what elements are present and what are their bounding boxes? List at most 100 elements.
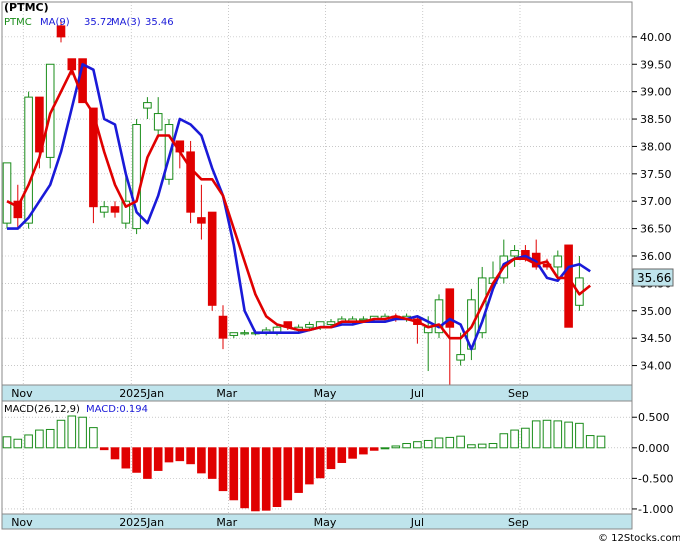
macd-bar [251,447,260,512]
macd-bar [477,443,487,449]
macd-bar [78,416,87,449]
macd-bar [272,447,282,507]
candle-body [564,244,573,328]
macd-bar [67,415,77,449]
macd-bar [24,434,33,449]
price-tick-label: 38.00 [640,140,672,153]
macd-bar [45,428,55,449]
price-tick-label: 36.50 [640,223,672,236]
macd-bar [13,438,23,449]
macd-tick-label: 0.000 [638,442,670,455]
macd-bar [380,447,390,450]
macd-bar [575,422,584,449]
candle-body [207,211,217,306]
candle-body [110,206,120,213]
price-month-label: 2025Jan [119,387,164,400]
macd-bar [218,447,228,492]
macd-bar [531,420,541,449]
macd-bar [359,447,368,455]
macd-tick-label: -0.500 [638,472,673,485]
macd-bar [337,447,347,463]
legend-ma3-label: MA(3) [111,17,141,28]
macd-bar [294,447,303,493]
macd-bar [499,433,509,449]
macd-bar [89,427,98,449]
price-y-axis: 40.00 39.50 39.00 38.50 38.00 37.50 37.00 36.50… [632,31,672,373]
macd-bar [585,435,595,449]
macd-bar [175,447,185,462]
macd-bar [99,447,109,451]
candle-body [553,255,563,268]
candle-body [326,321,336,325]
candle-body [240,332,249,335]
macd-month-label: 2025Jan [119,516,164,529]
candle-body [305,323,314,328]
macd-month-label: May [314,516,337,529]
macd-legend-value: MACD:0.194 [86,404,148,415]
price-month-label: May [314,387,337,400]
price-legend: PTMC MA(9) 35.72 MA(3) 35.46 [4,17,174,28]
candle-body [456,354,465,361]
macd-bar [348,447,357,459]
macd-bar [261,447,271,511]
price-tick-label: 35.00 [640,305,672,318]
last-price-tag: 35.66 [632,268,674,287]
macd-bar [240,447,249,509]
macd-bar [229,447,239,501]
price-tick-label: 39.00 [640,86,672,99]
macd-bar [186,447,195,465]
candle-body [153,113,163,131]
macd-month-label: Sep [508,516,529,529]
macd-bar [56,419,66,449]
macd-month-label: Nov [11,516,33,529]
candle-body [229,332,239,336]
macd-bar [434,437,444,449]
price-tick-label: 36.00 [640,250,672,263]
macd-tick-label: -1.000 [638,503,673,516]
candle-body [218,315,228,339]
candle-body [67,58,77,71]
macd-bar [413,441,422,449]
price-tick-label: 39.50 [640,58,672,71]
macd-bar [35,429,44,449]
price-month-label: Sep [508,387,529,400]
macd-bar [283,447,293,501]
macd-y-axis: 0.500 0.000 -0.500 -1.000 [632,411,673,516]
ticker-label: (PTMC) [4,1,49,14]
macd-bar [197,447,206,474]
price-month-label: Mar [216,387,237,400]
macd-legend: MACD(26,12,9) MACD:0.194 [4,404,148,415]
price-tick-label: 37.50 [640,168,672,181]
macd-bar [305,447,314,485]
price-month-label: Nov [11,387,33,400]
candle-body [510,250,519,257]
macd-bar [143,447,152,479]
legend-ma9-label: MA(9) [40,17,70,28]
candle-body [99,206,109,213]
macd-bar [553,420,563,449]
macd-bar [369,447,379,451]
macd-month-label: Mar [216,516,237,529]
candle-body [2,162,12,224]
macd-legend-label: MACD(26,12,9) [4,404,80,415]
price-tick-label: 38.50 [640,113,672,126]
macd-bar [391,445,401,449]
macd-bar [132,447,141,473]
macd-bar [467,444,476,449]
macd-bar [456,435,465,449]
legend-symbol: PTMC [4,17,32,28]
price-month-label: Jul [410,387,424,400]
macd-bar [564,421,573,449]
macd-bar [402,443,411,449]
price-tick-label: 34.00 [640,360,672,373]
candle-body [197,217,206,224]
candle-body [24,96,33,224]
candle-body [186,151,195,213]
macd-bar [110,447,120,460]
macd-tick-label: 0.500 [638,411,670,424]
macd-month-label: Jul [410,516,424,529]
macd-bar [596,435,606,449]
macd-bar [121,447,131,469]
macd-bar [488,443,498,449]
macd-bar [2,436,12,449]
